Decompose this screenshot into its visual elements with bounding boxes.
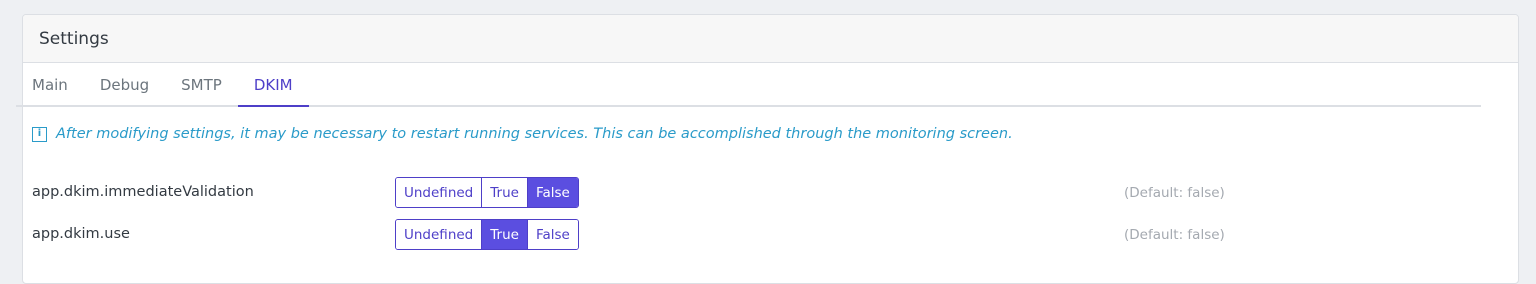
tri-state-toggle: Undefined True False — [395, 219, 579, 250]
setting-default: (Default: false) — [1124, 185, 1225, 201]
setting-key: app.dkim.immediateValidation — [32, 184, 254, 200]
setting-default: (Default: false) — [1124, 227, 1225, 243]
option-undefined-button[interactable]: Undefined — [396, 178, 483, 207]
setting-key: app.dkim.use — [32, 226, 130, 242]
info-icon: i — [32, 126, 47, 142]
option-undefined-button[interactable]: Undefined — [396, 220, 483, 249]
page-title: Settings — [39, 28, 109, 49]
tab-main[interactable]: Main — [16, 70, 84, 107]
tab-debug[interactable]: Debug — [84, 70, 165, 107]
card-header: Settings — [23, 15, 1518, 63]
setting-row-immediate-validation: app.dkim.immediateValidation Undefined T… — [32, 177, 1472, 209]
option-false-button[interactable]: False — [527, 178, 578, 207]
tab-dkim[interactable]: DKIM — [237, 70, 309, 107]
tab-bar: Main Debug SMTP DKIM — [16, 70, 1481, 107]
info-message: i After modifying settings, it may be ne… — [32, 126, 1013, 142]
setting-row-use: app.dkim.use Undefined True False (Defau… — [32, 219, 1472, 251]
tab-smtp[interactable]: SMTP — [165, 70, 238, 107]
option-true-button[interactable]: True — [482, 178, 528, 207]
option-true-button[interactable]: True — [482, 220, 528, 249]
option-false-button[interactable]: False — [527, 220, 578, 249]
info-text: After modifying settings, it may be nece… — [56, 126, 1013, 142]
tri-state-toggle: Undefined True False — [395, 177, 579, 208]
